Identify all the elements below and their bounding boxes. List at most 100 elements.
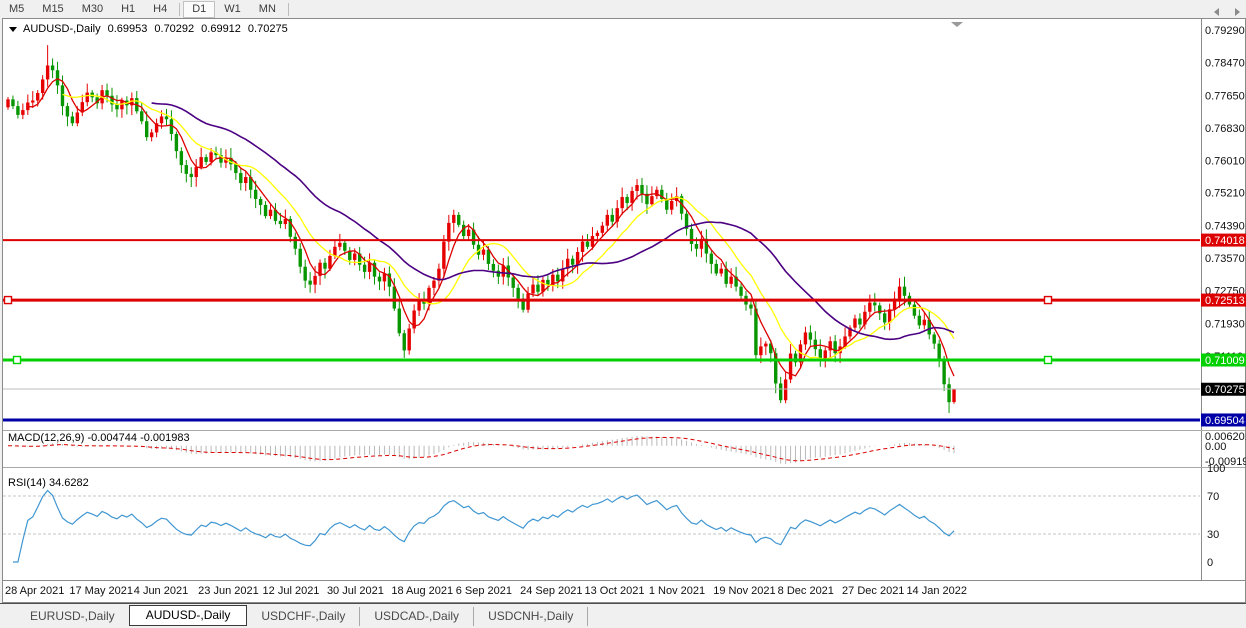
date-axis-label: 30 Jul 2021	[327, 585, 384, 597]
candle-body	[585, 241, 590, 247]
timeframe-button-mn[interactable]: MN	[250, 1, 285, 18]
candle-body	[362, 264, 367, 272]
tab-scroll-right-button[interactable]	[1235, 8, 1240, 16]
timeframe-button-m5[interactable]: M5	[0, 1, 33, 18]
candle-body	[263, 204, 268, 217]
candle-body	[11, 99, 15, 107]
tab-audusd[interactable]: AUDUSD-,Daily	[128, 604, 248, 626]
rsi-axis-label: 100	[1207, 463, 1225, 475]
candle-body	[303, 266, 307, 281]
line-drag-handle[interactable]	[12, 355, 22, 365]
price-axis-label: 0.76010	[1205, 156, 1245, 168]
candle-body	[600, 225, 605, 233]
timeframe-button-h4[interactable]: H4	[144, 1, 176, 18]
candle-body	[75, 112, 80, 124]
candle-body	[21, 110, 25, 115]
candle-body	[457, 214, 461, 225]
candle-body	[749, 304, 753, 309]
candle-body	[189, 173, 193, 178]
timeframe-button-m15[interactable]: M15	[33, 1, 72, 18]
candle-body	[556, 274, 560, 282]
candle-body	[199, 157, 203, 168]
candle-body	[407, 328, 411, 351]
tab-scroll-controls	[1214, 8, 1240, 16]
price-badge-text: 0.72513	[1205, 295, 1245, 307]
tab-usdcnh[interactable]: USDCNH-,Daily	[474, 606, 589, 626]
date-axis-label: 6 Sep 2021	[456, 585, 512, 597]
tab-usdchf[interactable]: USDCHF-,Daily	[247, 606, 361, 626]
candle-body	[754, 308, 758, 356]
candle-body	[323, 262, 327, 269]
price-badge-0.74018: 0.74018	[1201, 233, 1246, 247]
candle-body	[481, 249, 486, 255]
candle-body	[873, 302, 877, 306]
price-axis-label: 0.71930	[1205, 318, 1245, 330]
timeframe-button-w1[interactable]: W1	[215, 1, 250, 18]
tab-scroll-left-button[interactable]	[1214, 8, 1219, 16]
candle-body	[60, 85, 65, 107]
candle-body	[714, 263, 718, 274]
date-axis-label: 18 Aug 2021	[391, 585, 453, 597]
date-axis-label: 8 Dec 2021	[778, 585, 834, 597]
candle-body	[338, 242, 342, 247]
timeframe-button-h1[interactable]: H1	[112, 1, 144, 18]
symbol-menu-icon[interactable]	[9, 26, 17, 32]
price-badge-text: 0.71009	[1205, 355, 1245, 367]
date-axis-label: 17 May 2021	[69, 585, 133, 597]
candle-body	[947, 384, 951, 403]
price-badge-text: 0.70275	[1205, 384, 1245, 396]
chart-window-frame	[2, 18, 1246, 603]
tab-eurusd[interactable]: EURUSD-,Daily	[16, 607, 129, 626]
ohlc-high: 0.70292	[154, 23, 195, 35]
line-drag-handle[interactable]	[1043, 355, 1053, 365]
candle-body	[902, 286, 907, 296]
candle-body	[833, 341, 837, 354]
candle-body	[397, 308, 401, 334]
timeframe-button-d1[interactable]: D1	[183, 0, 216, 18]
candle-body	[709, 253, 714, 264]
candle-body	[120, 100, 124, 110]
candle-body	[343, 242, 347, 251]
candle-body	[803, 332, 808, 345]
candle-body	[194, 167, 198, 178]
date-axis-label: 24 Sep 2021	[520, 585, 582, 597]
price-badge-0.69504: 0.69504	[1201, 413, 1246, 427]
line-drag-handle[interactable]	[1043, 295, 1053, 305]
candle-body	[402, 333, 406, 351]
price-badge-0.72513: 0.72513	[1201, 293, 1246, 307]
price-axis-label: 0.73570	[1205, 253, 1245, 265]
candle-body	[605, 214, 610, 226]
chart-canvas: 0.79290 0.78470 0.77650 0.76830 0.76010 0.752…	[2, 18, 1246, 603]
candle-body	[729, 276, 733, 284]
candle-body	[278, 220, 283, 225]
timeframe-button-m30[interactable]: M30	[73, 1, 112, 18]
candle-body	[808, 332, 813, 340]
candle-body	[580, 241, 585, 252]
chart-tab-bar: EURUSD-,Daily AUDUSD-,Daily USDCHF-,Daily U…	[0, 603, 1246, 628]
candle-body	[466, 229, 471, 237]
price-axis-label: 0.79290	[1205, 25, 1245, 37]
candle-body	[115, 104, 119, 110]
candle-body	[491, 263, 496, 271]
candle-body	[511, 277, 515, 288]
candle-body	[526, 293, 530, 310]
candle-body	[620, 196, 624, 209]
tab-usdcad[interactable]: USDCAD-,Daily	[360, 606, 475, 626]
date-axis[interactable]: 28 Apr 2021 17 May 2021 4 Jun 2021 23 Jun 2…	[5, 585, 967, 597]
rsi-axis-label: 0	[1207, 557, 1213, 569]
candle-body	[239, 173, 243, 184]
candle-body	[308, 280, 312, 285]
candle-body	[650, 196, 654, 205]
candle-body	[244, 177, 248, 184]
line-drag-handle[interactable]	[3, 295, 13, 305]
candle-body	[917, 315, 922, 326]
price-axis-label: 0.78470	[1205, 58, 1245, 70]
candle-body	[55, 70, 60, 86]
candle-body	[209, 152, 213, 162]
candle-body	[452, 214, 456, 223]
candle-body	[179, 151, 184, 166]
price-badge-0.70275: 0.70275	[1201, 382, 1246, 396]
candle-body	[932, 334, 936, 344]
date-axis-label: 23 Jun 2021	[198, 585, 259, 597]
rsi-axis-label: 70	[1207, 491, 1219, 503]
